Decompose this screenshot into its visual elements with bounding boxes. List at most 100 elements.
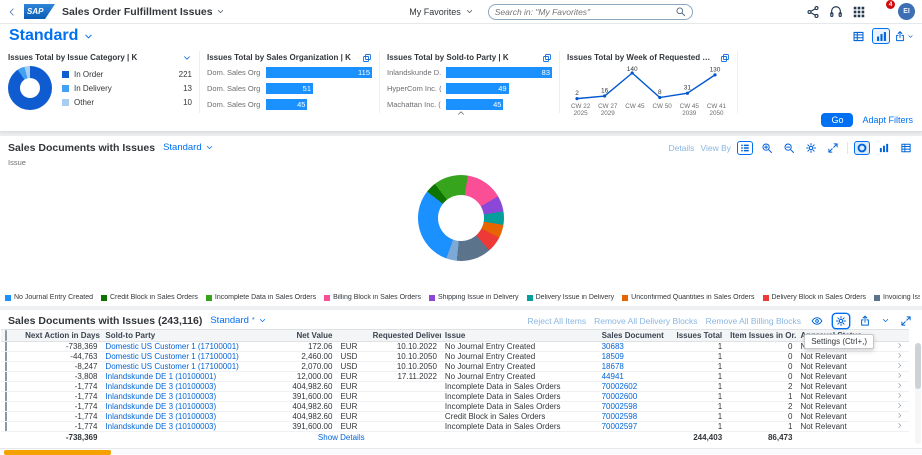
table-row[interactable]: -3,808Inlandskunde DE 1 (10100001)12,000… <box>1 372 909 382</box>
card-view-button[interactable] <box>849 28 867 44</box>
chart-settings-button[interactable] <box>803 141 819 155</box>
select-all-checkbox-cell[interactable] <box>1 330 21 342</box>
sales-document-link[interactable]: 70002602 <box>602 382 638 391</box>
sales-document-link[interactable]: 70002600 <box>602 392 638 401</box>
back-icon[interactable] <box>7 6 17 18</box>
chevron-down-icon[interactable] <box>881 316 890 325</box>
row-navigation-chevron[interactable] <box>891 352 909 362</box>
row-navigation-chevron[interactable] <box>891 382 909 392</box>
table-vertical-scrollbar[interactable] <box>915 343 921 444</box>
app-title[interactable]: Sales Order Fulfillment Issues <box>62 6 225 18</box>
column-header[interactable]: Sales Document <box>598 330 668 342</box>
legend-item[interactable]: Delivery Issue in Delivery <box>527 294 615 301</box>
zoom-out-button[interactable] <box>781 141 797 155</box>
select-all-checkbox[interactable] <box>5 330 7 341</box>
row-checkbox[interactable] <box>5 412 7 422</box>
bar[interactable]: 83 <box>446 67 552 78</box>
sales-document-link[interactable]: 18509 <box>602 352 624 361</box>
favorites-dropdown[interactable]: My Favorites <box>409 7 474 17</box>
legend-item[interactable]: Billing Block in Sales Orders <box>324 294 421 301</box>
bar-row[interactable]: HyperCom Inc. (...49 <box>387 80 552 96</box>
view-by-button[interactable]: View By <box>700 143 731 153</box>
page-variant-selector[interactable]: Standard <box>9 27 94 45</box>
bar-row[interactable]: Dom. Sales Org ...45 <box>207 96 372 112</box>
row-checkbox[interactable] <box>5 392 7 402</box>
remove-delivery-blocks-button[interactable]: Remove All Delivery Blocks <box>594 316 697 326</box>
sales-document-link[interactable]: 70002597 <box>602 422 638 431</box>
sold-to-link[interactable]: Inlandskunde DE 3 (10100003) <box>105 402 216 411</box>
share-menu-button[interactable] <box>895 28 913 44</box>
sold-to-link[interactable]: Inlandskunde DE 3 (10100003) <box>105 382 216 391</box>
details-button[interactable]: Details <box>668 143 694 153</box>
kpi-card-sales-org[interactable]: Issues Total by Sales Organization | K D… <box>200 51 380 113</box>
kpi-card-issue-category[interactable]: Issues Total by Issue Category | K In Or… <box>8 51 200 113</box>
copy-icon[interactable] <box>362 53 372 63</box>
category-donut-chart[interactable] <box>8 66 52 110</box>
row-select-cell[interactable] <box>1 422 21 432</box>
scrollbar-thumb[interactable] <box>4 450 111 455</box>
sold-to-link[interactable]: Domestic US Customer 1 (17100001) <box>105 342 238 351</box>
show-details-link[interactable]: Show Details <box>318 433 365 442</box>
remove-billing-blocks-button[interactable]: Remove All Billing Blocks <box>706 316 801 326</box>
column-header[interactable]: Requested Deliver... <box>369 330 441 342</box>
column-header[interactable]: Issues Total <box>668 330 726 342</box>
go-button[interactable]: Go <box>821 113 853 127</box>
row-navigation-chevron[interactable] <box>891 372 909 382</box>
sap-logo[interactable]: SAP <box>24 4 55 19</box>
bar[interactable]: 45 <box>266 99 307 110</box>
sold-to-link[interactable]: Inlandskunde DE 3 (10100003) <box>105 392 216 401</box>
sales-document-link[interactable]: 30683 <box>602 342 624 351</box>
row-select-cell[interactable] <box>1 362 21 372</box>
row-checkbox[interactable] <box>5 382 7 392</box>
bar-row[interactable]: Dom. Sales Org ...51 <box>207 80 372 96</box>
row-select-cell[interactable] <box>1 382 21 392</box>
column-header[interactable]: Sold-to Party <box>101 330 258 342</box>
bar[interactable]: 115 <box>266 67 372 78</box>
legend-item[interactable]: Incomplete Data in Sales Orders <box>206 294 316 301</box>
row-select-cell[interactable] <box>1 342 21 352</box>
legend-toggle-button[interactable] <box>737 141 753 155</box>
share-icon[interactable] <box>806 5 820 19</box>
bar[interactable]: 51 <box>266 83 313 94</box>
search-input[interactable] <box>495 7 671 17</box>
sold-to-link[interactable]: Inlandskunde DE 3 (10100003) <box>105 412 216 421</box>
row-navigation-chevron[interactable] <box>891 392 909 402</box>
avatar[interactable]: EI <box>898 3 915 20</box>
sales-document-link[interactable]: 70002598 <box>602 412 638 421</box>
support-icon[interactable] <box>829 5 843 19</box>
legend-item[interactable]: Invoicing Issue in Delivery <box>874 294 920 301</box>
kpi-card-sold-to[interactable]: Issues Total by Sold-to Party | K Inland… <box>380 51 560 113</box>
fullscreen-button[interactable] <box>825 141 841 155</box>
bar-chart-type-button[interactable] <box>876 141 892 155</box>
legend-item[interactable]: Unconfirmed Quantities in Sales Orders <box>622 294 754 301</box>
row-navigation-chevron[interactable] <box>891 342 909 352</box>
sales-org-bar-chart[interactable]: Dom. Sales Org ...115Dom. Sales Org ...5… <box>207 64 372 112</box>
sold-to-link[interactable]: Inlandskunde DE 3 (10100003) <box>105 422 216 431</box>
bar-row[interactable]: Dom. Sales Org ...115 <box>207 64 372 80</box>
bar-row[interactable]: Inlandskunde D...83 <box>387 64 552 80</box>
issue-donut-chart[interactable] <box>418 175 504 261</box>
row-navigation-chevron[interactable] <box>891 412 909 422</box>
legend-item[interactable]: In Order221 <box>62 67 192 81</box>
sales-document-link[interactable]: 70002598 <box>602 402 638 411</box>
table-row[interactable]: -8,247Domestic US Customer 1 (17100001)2… <box>1 362 909 372</box>
table-type-button[interactable] <box>898 141 914 155</box>
adapt-filters-link[interactable]: Adapt Filters <box>862 115 913 125</box>
search-box[interactable] <box>488 4 693 20</box>
column-header[interactable]: Item Issues in Or... <box>726 330 796 342</box>
row-navigation-chevron[interactable] <box>891 422 909 432</box>
table-row[interactable]: -1,774Inlandskunde DE 3 (10100003)391,60… <box>1 392 909 402</box>
table-row[interactable]: -1,774Inlandskunde DE 3 (10100003)404,98… <box>1 412 909 422</box>
column-header[interactable] <box>336 330 368 342</box>
row-select-cell[interactable] <box>1 392 21 402</box>
scrollbar-thumb[interactable] <box>915 343 921 389</box>
sales-document-link[interactable]: 18678 <box>602 362 624 371</box>
chart-view-button[interactable] <box>872 28 890 44</box>
table-row[interactable]: -44,763Domestic US Customer 1 (17100001)… <box>1 352 909 362</box>
row-checkbox[interactable] <box>5 402 7 412</box>
row-checkbox[interactable] <box>5 352 7 362</box>
chevron-down-icon[interactable] <box>182 53 192 63</box>
donut-chart-type-button[interactable] <box>854 141 870 155</box>
sales-document-link[interactable]: 44941 <box>602 372 624 381</box>
search-icon[interactable] <box>675 6 686 17</box>
